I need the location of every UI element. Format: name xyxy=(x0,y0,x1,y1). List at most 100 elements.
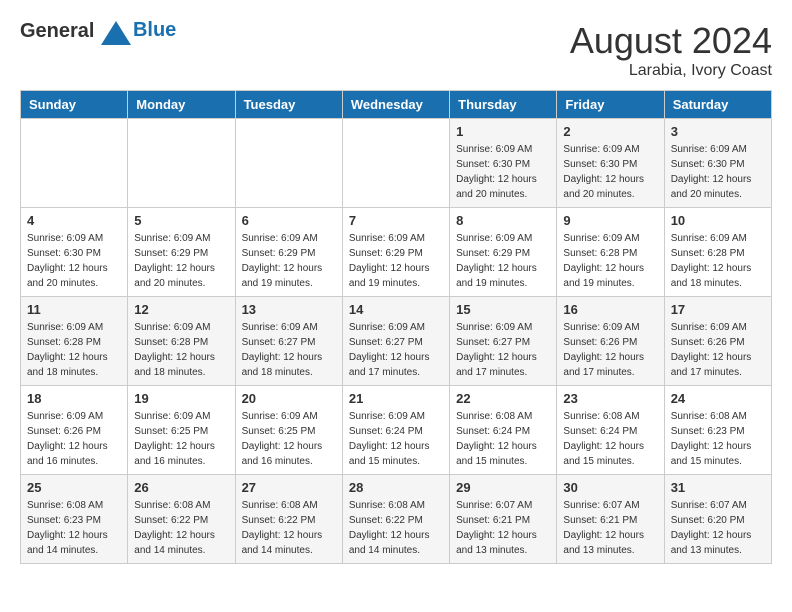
day-info: Sunrise: 6:09 AM Sunset: 6:30 PM Dayligh… xyxy=(27,231,121,291)
day-number: 6 xyxy=(242,213,336,228)
calendar-cell: 18 Sunrise: 6:09 AM Sunset: 6:26 PM Dayli… xyxy=(21,386,128,475)
day-info: Sunrise: 6:09 AM Sunset: 6:27 PM Dayligh… xyxy=(349,320,443,380)
day-number: 21 xyxy=(349,391,443,406)
day-info: Sunrise: 6:08 AM Sunset: 6:22 PM Dayligh… xyxy=(242,498,336,558)
calendar-cell: 27Sunrise: 6:08 AM Sunset: 6:22 PM Dayli… xyxy=(235,475,342,564)
day-number: 24 xyxy=(671,391,765,406)
day-number: 30 xyxy=(563,480,657,495)
day-info: Sunrise: 6:09 AM Sunset: 6:28 PM Dayligh… xyxy=(27,320,121,380)
calendar-cell: 23Sunrise: 6:08 AM Sunset: 6:24 PM Dayli… xyxy=(557,386,664,475)
day-number: 4 xyxy=(27,213,121,228)
calendar-cell: 26Sunrise: 6:08 AM Sunset: 6:22 PM Dayli… xyxy=(128,475,235,564)
col-saturday: Saturday xyxy=(664,91,771,119)
day-info: Sunrise: 6:09 AM Sunset: 6:29 PM Dayligh… xyxy=(134,231,228,291)
col-friday: Friday xyxy=(557,91,664,119)
calendar-cell xyxy=(21,119,128,208)
day-info: Sunrise: 6:08 AM Sunset: 6:23 PM Dayligh… xyxy=(671,409,765,469)
day-number: 14 xyxy=(349,302,443,317)
day-info: Sunrise: 6:09 AM Sunset: 6:30 PM Dayligh… xyxy=(671,142,765,202)
calendar-cell: 28 Sunrise: 6:08 AM Sunset: 6:22 PM Dayli… xyxy=(342,475,449,564)
day-number: 25 xyxy=(27,480,121,495)
day-number: 15 xyxy=(456,302,550,317)
day-number: 31 xyxy=(671,480,765,495)
calendar-table: Sunday Monday Tuesday Wednesday Thursday… xyxy=(20,90,772,564)
day-info: Sunrise: 6:08 AM Sunset: 6:22 PM Dayligh… xyxy=(349,498,443,558)
day-info: Sunrise: 6:09 AM Sunset: 6:25 PM Dayligh… xyxy=(134,409,228,469)
calendar-cell: 14 Sunrise: 6:09 AM Sunset: 6:27 PM Dayli… xyxy=(342,297,449,386)
calendar-cell xyxy=(342,119,449,208)
calendar-cell: 7 Sunrise: 6:09 AM Sunset: 6:29 PM Daylig… xyxy=(342,208,449,297)
calendar-cell: 16Sunrise: 6:09 AM Sunset: 6:26 PM Dayli… xyxy=(557,297,664,386)
header: General Blue August 2024 Larabia, Ivory … xyxy=(20,20,772,80)
calendar-cell: 24 Sunrise: 6:08 AM Sunset: 6:23 PM Dayli… xyxy=(664,386,771,475)
calendar-cell: 9Sunrise: 6:09 AM Sunset: 6:28 PM Daylig… xyxy=(557,208,664,297)
col-thursday: Thursday xyxy=(450,91,557,119)
location: Larabia, Ivory Coast xyxy=(570,62,772,80)
calendar-week-5: 25 Sunrise: 6:08 AM Sunset: 6:23 PM Dayli… xyxy=(21,475,772,564)
calendar-cell: 21 Sunrise: 6:09 AM Sunset: 6:24 PM Dayli… xyxy=(342,386,449,475)
calendar-cell: 22Sunrise: 6:08 AM Sunset: 6:24 PM Dayli… xyxy=(450,386,557,475)
day-info: Sunrise: 6:09 AM Sunset: 6:29 PM Dayligh… xyxy=(242,231,336,291)
calendar-cell: 30 Sunrise: 6:07 AM Sunset: 6:21 PM Dayli… xyxy=(557,475,664,564)
day-info: Sunrise: 6:09 AM Sunset: 6:30 PM Dayligh… xyxy=(563,142,657,202)
day-info: Sunrise: 6:07 AM Sunset: 6:20 PM Dayligh… xyxy=(671,498,765,558)
calendar-body: 1 Sunrise: 6:09 AM Sunset: 6:30 PM Daylig… xyxy=(21,119,772,564)
title-area: August 2024 Larabia, Ivory Coast xyxy=(570,20,772,80)
day-info: Sunrise: 6:08 AM Sunset: 6:23 PM Dayligh… xyxy=(27,498,121,558)
day-info: Sunrise: 6:09 AM Sunset: 6:30 PM Dayligh… xyxy=(456,142,550,202)
calendar-cell: 19 Sunrise: 6:09 AM Sunset: 6:25 PM Dayli… xyxy=(128,386,235,475)
day-number: 28 xyxy=(349,480,443,495)
col-tuesday: Tuesday xyxy=(235,91,342,119)
day-number: 3 xyxy=(671,124,765,139)
calendar-cell: 8Sunrise: 6:09 AM Sunset: 6:29 PM Daylig… xyxy=(450,208,557,297)
day-number: 11 xyxy=(27,302,121,317)
day-number: 19 xyxy=(134,391,228,406)
header-row: Sunday Monday Tuesday Wednesday Thursday… xyxy=(21,91,772,119)
calendar-cell: 31 Sunrise: 6:07 AM Sunset: 6:20 PM Dayli… xyxy=(664,475,771,564)
calendar-cell: 4 Sunrise: 6:09 AM Sunset: 6:30 PM Daylig… xyxy=(21,208,128,297)
calendar-cell xyxy=(128,119,235,208)
day-number: 18 xyxy=(27,391,121,406)
day-info: Sunrise: 6:08 AM Sunset: 6:24 PM Dayligh… xyxy=(563,409,657,469)
day-number: 13 xyxy=(242,302,336,317)
day-number: 7 xyxy=(349,213,443,228)
day-number: 29 xyxy=(456,480,550,495)
day-number: 22 xyxy=(456,391,550,406)
day-info: Sunrise: 6:09 AM Sunset: 6:28 PM Dayligh… xyxy=(134,320,228,380)
calendar-cell: 10Sunrise: 6:09 AM Sunset: 6:28 PM Dayli… xyxy=(664,208,771,297)
calendar-cell: 11 Sunrise: 6:09 AM Sunset: 6:28 PM Dayli… xyxy=(21,297,128,386)
col-wednesday: Wednesday xyxy=(342,91,449,119)
logo: General Blue xyxy=(20,20,176,45)
calendar-cell: 5 Sunrise: 6:09 AM Sunset: 6:29 PM Daylig… xyxy=(128,208,235,297)
day-info: Sunrise: 6:08 AM Sunset: 6:22 PM Dayligh… xyxy=(134,498,228,558)
calendar-header: Sunday Monday Tuesday Wednesday Thursday… xyxy=(21,91,772,119)
day-number: 1 xyxy=(456,124,550,139)
day-info: Sunrise: 6:09 AM Sunset: 6:29 PM Dayligh… xyxy=(349,231,443,291)
day-info: Sunrise: 6:09 AM Sunset: 6:24 PM Dayligh… xyxy=(349,409,443,469)
calendar-week-3: 11 Sunrise: 6:09 AM Sunset: 6:28 PM Dayli… xyxy=(21,297,772,386)
day-info: Sunrise: 6:07 AM Sunset: 6:21 PM Dayligh… xyxy=(456,498,550,558)
calendar-cell: 15 Sunrise: 6:09 AM Sunset: 6:27 PM Dayli… xyxy=(450,297,557,386)
day-info: Sunrise: 6:09 AM Sunset: 6:26 PM Dayligh… xyxy=(27,409,121,469)
day-number: 2 xyxy=(563,124,657,139)
logo-icon xyxy=(101,21,131,45)
col-sunday: Sunday xyxy=(21,91,128,119)
day-info: Sunrise: 6:09 AM Sunset: 6:28 PM Dayligh… xyxy=(563,231,657,291)
calendar-cell: 20Sunrise: 6:09 AM Sunset: 6:25 PM Dayli… xyxy=(235,386,342,475)
day-number: 5 xyxy=(134,213,228,228)
day-info: Sunrise: 6:09 AM Sunset: 6:27 PM Dayligh… xyxy=(456,320,550,380)
logo-blue-text: Blue xyxy=(133,19,176,42)
day-info: Sunrise: 6:07 AM Sunset: 6:21 PM Dayligh… xyxy=(563,498,657,558)
calendar-cell: 25 Sunrise: 6:08 AM Sunset: 6:23 PM Dayli… xyxy=(21,475,128,564)
calendar-week-1: 1 Sunrise: 6:09 AM Sunset: 6:30 PM Daylig… xyxy=(21,119,772,208)
day-info: Sunrise: 6:09 AM Sunset: 6:27 PM Dayligh… xyxy=(242,320,336,380)
calendar-week-4: 18 Sunrise: 6:09 AM Sunset: 6:26 PM Dayli… xyxy=(21,386,772,475)
day-number: 8 xyxy=(456,213,550,228)
col-monday: Monday xyxy=(128,91,235,119)
calendar-cell: 13 Sunrise: 6:09 AM Sunset: 6:27 PM Dayli… xyxy=(235,297,342,386)
calendar-week-2: 4 Sunrise: 6:09 AM Sunset: 6:30 PM Daylig… xyxy=(21,208,772,297)
logo-text-general: General xyxy=(20,20,94,42)
day-number: 20 xyxy=(242,391,336,406)
day-number: 12 xyxy=(134,302,228,317)
day-info: Sunrise: 6:09 AM Sunset: 6:28 PM Dayligh… xyxy=(671,231,765,291)
